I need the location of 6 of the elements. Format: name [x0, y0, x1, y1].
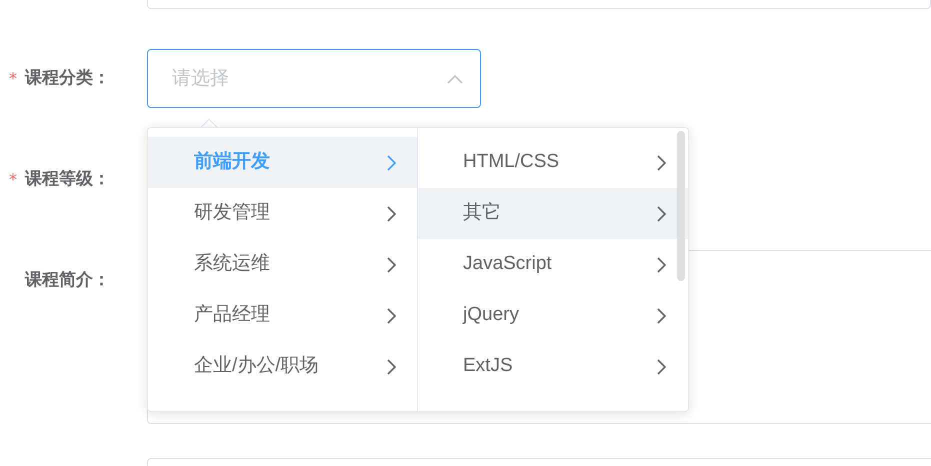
field-label: 课程简介：: [25, 269, 110, 292]
placeholder: 请选择: [172, 66, 229, 92]
field-label: 课程分类：: [25, 66, 110, 90]
required-mark: *: [9, 170, 17, 188]
field-label: 课程等级：: [25, 168, 110, 191]
required-mark: *: [9, 68, 17, 88]
